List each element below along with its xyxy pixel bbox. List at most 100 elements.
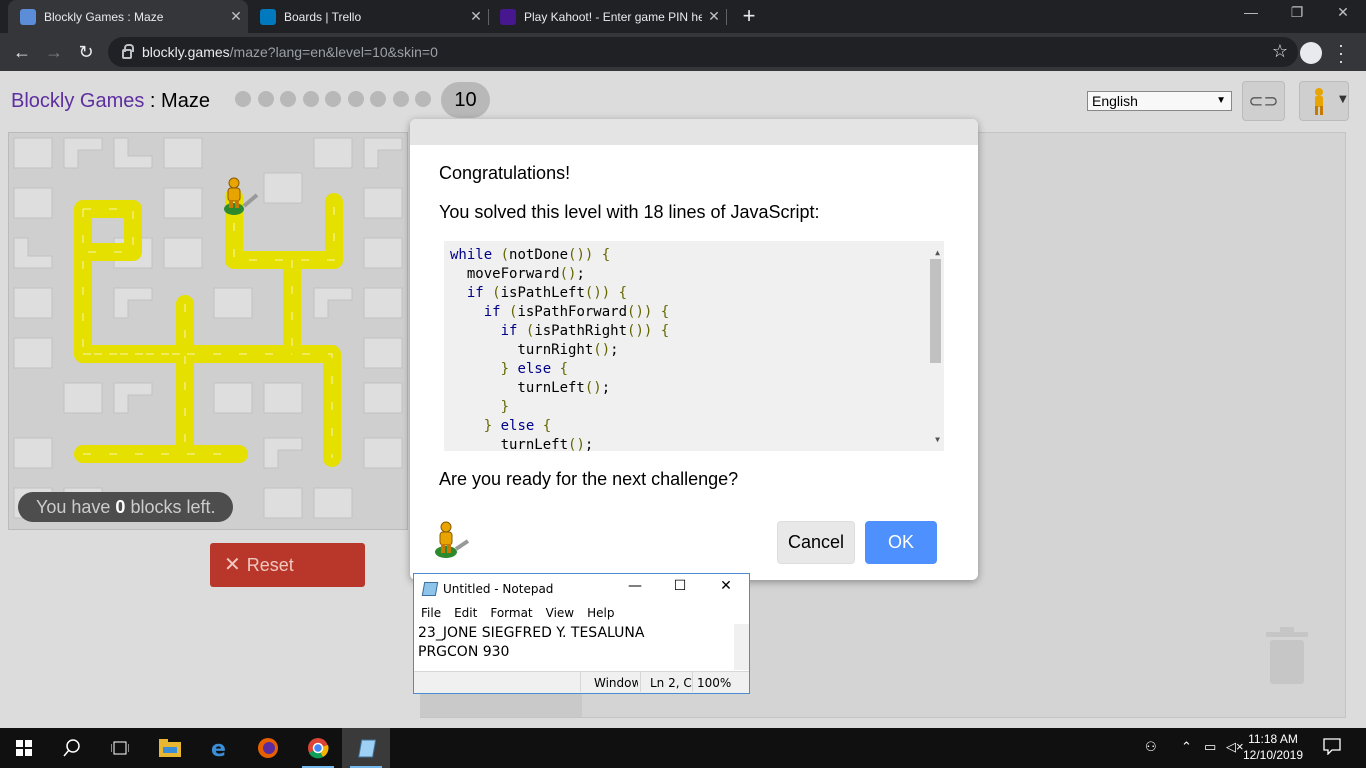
tab-blockly-games[interactable]: Blockly Games : Maze ✕ [8,0,248,33]
level-dots [235,91,438,107]
reload-icon[interactable]: ↻ [73,39,99,65]
code-text: while (notDone()) { moveForward(); if (i… [450,247,670,451]
minimize-icon[interactable]: — [1228,4,1274,20]
cancel-button[interactable]: Cancel [777,521,855,564]
pegman-icon: ▼ [1315,88,1347,115]
blockly-favicon-icon [20,8,36,25]
code-scrollbar-thumb[interactable] [930,259,941,363]
menu-edit[interactable]: Edit [454,606,477,620]
status-divider [640,672,641,692]
file-explorer-icon[interactable] [146,728,194,768]
browser-toolbar: ← → ↻ blockly.games/maze?lang=en&level=1… [0,33,1366,71]
maze-canvas [8,132,408,530]
action-center-icon[interactable] [1323,737,1341,758]
blocks-left-indicator: You have 0 blocks left. [18,492,234,522]
level-dot[interactable] [392,91,409,107]
bookmark-star-icon[interactable]: ☆ [1272,41,1288,62]
status-position: Ln 2, Col 11 [650,676,692,690]
congratulations-dialog: Congratulations! You solved this level w… [410,119,978,580]
chevron-down-icon: ▼ [1216,95,1226,106]
trash-can-icon[interactable] [1266,626,1308,684]
level-dot[interactable] [302,91,319,107]
brand-link[interactable]: Blockly Games [11,90,144,112]
notepad-menubar: File Edit Format View Help [414,603,749,623]
edge-browser-icon[interactable]: e [196,728,244,768]
trello-favicon-icon [260,8,276,25]
tab-kahoot[interactable]: Play Kahoot! - Enter game PIN here! ✕ [488,0,726,33]
windows-taskbar: e ⚇ ⌃ ▭ ◁× 11:18 AM 12/10/2019 [0,728,1366,768]
notepad-title: Untitled - Notepad [443,581,554,596]
url-text: blockly.games/maze?lang=en&level=10&skin… [142,44,438,60]
lock-icon [122,44,134,59]
dialog-question: Are you ready for the next challenge? [439,469,739,489]
clock-time: 11:18 AM [1248,732,1298,746]
system-clock[interactable]: 11:18 AM 12/10/2019 [1238,731,1308,763]
level-dot[interactable] [235,91,251,107]
kahoot-favicon-icon [500,8,516,25]
tab-title: Play Kahoot! - Enter game PIN here! [524,9,702,24]
people-icon[interactable]: ⚇ [1145,739,1157,755]
dialog-heading: Congratulations! [439,163,571,183]
link-icon: ⊂⊃ [1248,91,1279,111]
menu-format[interactable]: Format [490,606,532,620]
status-zoom: 100% [697,676,731,690]
menu-kebab-icon[interactable]: · · · [1338,36,1344,70]
search-icon[interactable] [48,728,96,768]
windows-start-icon[interactable] [0,728,48,768]
dialog-summary: You solved this level with 18 lines of J… [439,202,820,222]
notepad-titlebar[interactable]: Untitled - Notepad [414,574,749,603]
page-title: Blockly Games : Maze [11,90,210,112]
notepad-window: Untitled - Notepad — ☐ ✕ File Edit Forma… [413,573,750,694]
code-listing[interactable]: while (notDone()) { moveForward(); if (i… [444,241,944,451]
network-icon[interactable]: ▭ [1204,739,1216,755]
close-icon[interactable]: ✕ [702,8,726,25]
language-select[interactable]: English ▼ [1087,91,1232,111]
notepad-scrollbar[interactable] [734,624,749,670]
status-divider [580,672,581,692]
new-tab-icon[interactable]: + [736,3,762,29]
pegman-icon [435,521,470,558]
level-dot[interactable] [280,91,296,107]
clock-date: 12/10/2019 [1242,748,1304,762]
close-icon[interactable]: ✕ [711,578,741,594]
reset-button[interactable]: ✕ Reset [210,543,365,587]
current-level-badge: 10 [441,82,490,118]
maximize-icon[interactable]: ☐ [665,578,695,594]
menu-view[interactable]: View [546,606,574,620]
dialog-titlebar[interactable] [410,119,978,145]
back-arrow-icon[interactable]: ← [9,39,35,65]
address-bar[interactable]: blockly.games/maze?lang=en&level=10&skin… [108,37,1298,67]
level-dot[interactable] [347,91,364,107]
notepad-taskbar-icon[interactable] [342,728,390,768]
chrome-icon[interactable] [294,728,342,768]
level-dot[interactable] [370,91,386,107]
maze-pegman [224,177,259,215]
pegman-skin-button[interactable]: ▼ [1299,81,1349,121]
profile-avatar-icon[interactable] [1300,42,1322,64]
restore-icon[interactable]: ❐ [1274,4,1320,21]
menu-help[interactable]: Help [587,606,614,620]
tab-divider [726,9,727,25]
close-icon[interactable]: ✕ [464,8,488,25]
level-dot[interactable] [415,91,431,107]
tab-trello[interactable]: Boards | Trello ✕ [248,0,488,33]
ok-button[interactable]: OK [865,521,937,564]
firefox-icon[interactable] [244,728,292,768]
notepad-icon [421,581,439,596]
level-dot[interactable] [325,91,341,107]
minimize-icon[interactable]: — [620,578,650,594]
status-divider [692,672,693,692]
maze-board [13,137,403,519]
close-icon[interactable]: ✕ [224,8,248,25]
scroll-down-icon[interactable]: ▼ [935,430,940,449]
forward-arrow-icon[interactable]: → [41,39,67,65]
status-line-ending: Windows (CRLF) [594,676,638,690]
task-view-icon[interactable] [96,728,144,768]
notepad-statusbar: Windows (CRLF) Ln 2, Col 11 100% [414,671,749,693]
notepad-text-area[interactable]: 23_JONE SIEGFRED Y. TESALUNA PRGCON 930 [416,624,735,668]
close-window-icon[interactable]: ✕ [1320,4,1366,21]
level-dot[interactable] [257,91,274,107]
menu-file[interactable]: File [421,606,441,620]
link-button[interactable]: ⊂⊃ [1242,81,1285,121]
show-hidden-icons-chevron-icon[interactable]: ⌃ [1181,739,1192,755]
